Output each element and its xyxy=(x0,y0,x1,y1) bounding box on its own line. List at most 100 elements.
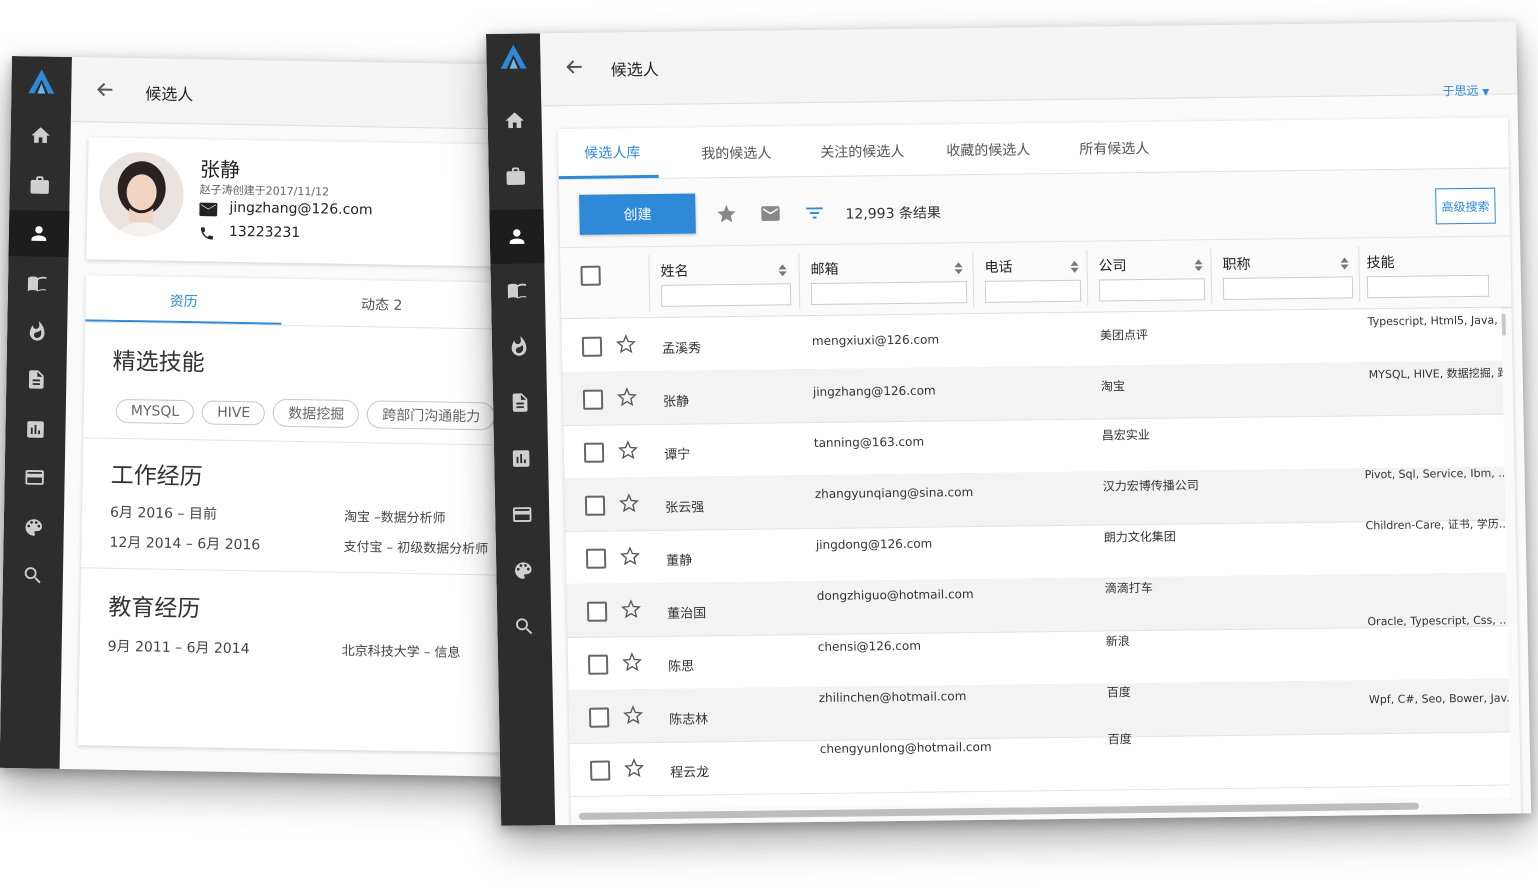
sort-icon[interactable] xyxy=(778,261,787,277)
sort-icon[interactable] xyxy=(1194,256,1203,272)
palette-icon[interactable] xyxy=(3,504,64,551)
skill-tag[interactable]: HIVE xyxy=(201,400,266,426)
row-checkbox[interactable] xyxy=(583,442,605,463)
briefcase-icon[interactable] xyxy=(9,162,70,209)
column-header-company[interactable]: 公司 xyxy=(1098,255,1126,275)
cell-email[interactable]: zhangyunqiang@sina.com xyxy=(815,485,974,501)
star-icon[interactable] xyxy=(624,758,645,778)
column-header-skills[interactable]: 技能 xyxy=(1366,252,1394,272)
back-arrow-icon[interactable] xyxy=(564,57,584,77)
select-all-checkbox[interactable] xyxy=(580,265,601,286)
star-icon[interactable] xyxy=(619,493,639,513)
cell-name: 孟溪秀 xyxy=(661,341,702,357)
tab-favorite-candidates[interactable]: 收藏的候选人 xyxy=(928,139,1048,160)
column-header-title[interactable]: 职称 xyxy=(1222,254,1250,274)
tab-indicator xyxy=(558,174,659,180)
table-body: 孟溪秀 mengxiuxi@126.com 美团点评 Typescript, H… xyxy=(561,307,1511,810)
document-icon[interactable] xyxy=(6,356,67,403)
column-divider xyxy=(1086,249,1089,306)
row-checkbox[interactable] xyxy=(587,654,609,675)
vertical-scrollbar[interactable] xyxy=(1501,313,1506,336)
phone-filter-input[interactable] xyxy=(984,279,1082,303)
logo-icon[interactable] xyxy=(486,33,541,80)
email-filter-input[interactable] xyxy=(810,281,968,306)
skill-tag[interactable]: 跨部门沟通能力 xyxy=(366,400,496,431)
email-value[interactable]: jingzhang@126.com xyxy=(229,200,372,218)
mail-icon[interactable] xyxy=(759,202,781,224)
sort-icon[interactable] xyxy=(1340,254,1349,270)
skill-tag[interactable]: MYSQL xyxy=(115,398,195,425)
cell-email[interactable]: jingzhang@126.com xyxy=(813,384,936,399)
edu-period: 9月 2011 – 6月 2014 xyxy=(107,638,250,658)
row-checkbox[interactable] xyxy=(588,707,610,728)
cell-email[interactable]: chensi@126.com xyxy=(818,639,921,654)
cell-email[interactable]: jingdong@126.com xyxy=(816,537,933,552)
cell-email[interactable]: chengyunlong@hotmail.com xyxy=(820,740,992,756)
edu-title: 教育经历 xyxy=(108,594,201,623)
tab-my-candidates[interactable]: 我的候选人 xyxy=(676,142,796,163)
skills-filter-input[interactable] xyxy=(1366,274,1490,299)
row-checkbox[interactable] xyxy=(581,336,603,357)
row-checkbox[interactable] xyxy=(585,548,607,569)
star-icon[interactable] xyxy=(620,546,640,566)
bar-chart-icon[interactable] xyxy=(5,406,66,453)
column-header-name[interactable]: 姓名 xyxy=(660,261,688,281)
book-icon[interactable] xyxy=(490,267,545,314)
name-filter-input[interactable] xyxy=(660,283,792,307)
advanced-search-button[interactable]: 高级搜索 xyxy=(1435,187,1496,225)
sort-icon[interactable] xyxy=(954,259,963,275)
row-checkbox[interactable] xyxy=(582,389,604,410)
tab-activity[interactable]: 动态 2 xyxy=(282,293,482,316)
star-icon[interactable] xyxy=(621,599,641,619)
home-icon[interactable] xyxy=(487,97,542,144)
back-arrow-icon[interactable] xyxy=(95,79,115,99)
home-icon[interactable] xyxy=(10,112,71,159)
cell-company: 朗力文化集团 xyxy=(1103,529,1176,545)
star-icon[interactable] xyxy=(618,440,638,460)
palette-icon[interactable] xyxy=(496,547,551,594)
title-filter-input[interactable] xyxy=(1222,276,1354,301)
cell-email[interactable]: dongzhiguo@hotmail.com xyxy=(817,587,974,603)
cell-email[interactable]: tanning@163.com xyxy=(814,435,924,450)
tab-resume[interactable]: 资历 xyxy=(86,289,282,312)
star-icon[interactable] xyxy=(715,203,737,225)
search-icon[interactable] xyxy=(497,603,552,650)
skill-tag[interactable]: 数据挖掘 xyxy=(273,398,360,429)
search-icon[interactable] xyxy=(3,552,64,599)
book-icon[interactable] xyxy=(8,260,69,307)
user-menu[interactable]: 于思远 ▼ xyxy=(1442,82,1489,100)
person-icon[interactable] xyxy=(8,209,70,258)
star-icon[interactable] xyxy=(622,652,642,672)
company-filter-input[interactable] xyxy=(1098,278,1206,302)
tab-all-candidates[interactable]: 所有候选人 xyxy=(1054,138,1174,159)
fire-icon[interactable] xyxy=(492,323,547,370)
cell-name: 谭宁 xyxy=(663,447,691,463)
table-row[interactable]: 程云龙 chengyunlong@hotmail.com 百度 Wpf, C#,… xyxy=(569,691,1511,798)
row-checkbox[interactable] xyxy=(589,760,611,781)
person-icon[interactable] xyxy=(489,209,545,264)
create-button[interactable]: 创建 xyxy=(579,193,696,235)
star-icon[interactable] xyxy=(616,387,637,407)
row-checkbox[interactable] xyxy=(586,601,608,622)
cell-name: 陈志林 xyxy=(669,712,709,728)
filter-icon[interactable] xyxy=(803,202,825,224)
cell-email[interactable]: zhilinchen@hotmail.com xyxy=(819,689,967,705)
column-header-phone[interactable]: 电话 xyxy=(984,257,1012,277)
star-icon[interactable] xyxy=(623,705,644,725)
sort-icon[interactable] xyxy=(1070,258,1079,273)
fire-icon[interactable] xyxy=(7,308,68,355)
document-icon[interactable] xyxy=(493,379,548,426)
briefcase-icon[interactable] xyxy=(488,153,543,200)
logo-icon[interactable] xyxy=(11,58,72,105)
column-header-email[interactable]: 邮箱 xyxy=(810,259,838,279)
tab-candidate-pool[interactable]: 候选人库 xyxy=(562,142,662,163)
cell-company: 百度 xyxy=(1106,685,1131,700)
cell-email[interactable]: mengxiuxi@126.com xyxy=(812,332,939,348)
tab-followed-candidates[interactable]: 关注的候选人 xyxy=(802,141,922,162)
phone-value[interactable]: 13223231 xyxy=(229,224,301,241)
card-icon[interactable] xyxy=(495,491,550,538)
row-checkbox[interactable] xyxy=(584,495,606,516)
bar-chart-icon[interactable] xyxy=(494,435,549,482)
card-icon[interactable] xyxy=(4,454,65,501)
star-icon[interactable] xyxy=(615,334,636,354)
